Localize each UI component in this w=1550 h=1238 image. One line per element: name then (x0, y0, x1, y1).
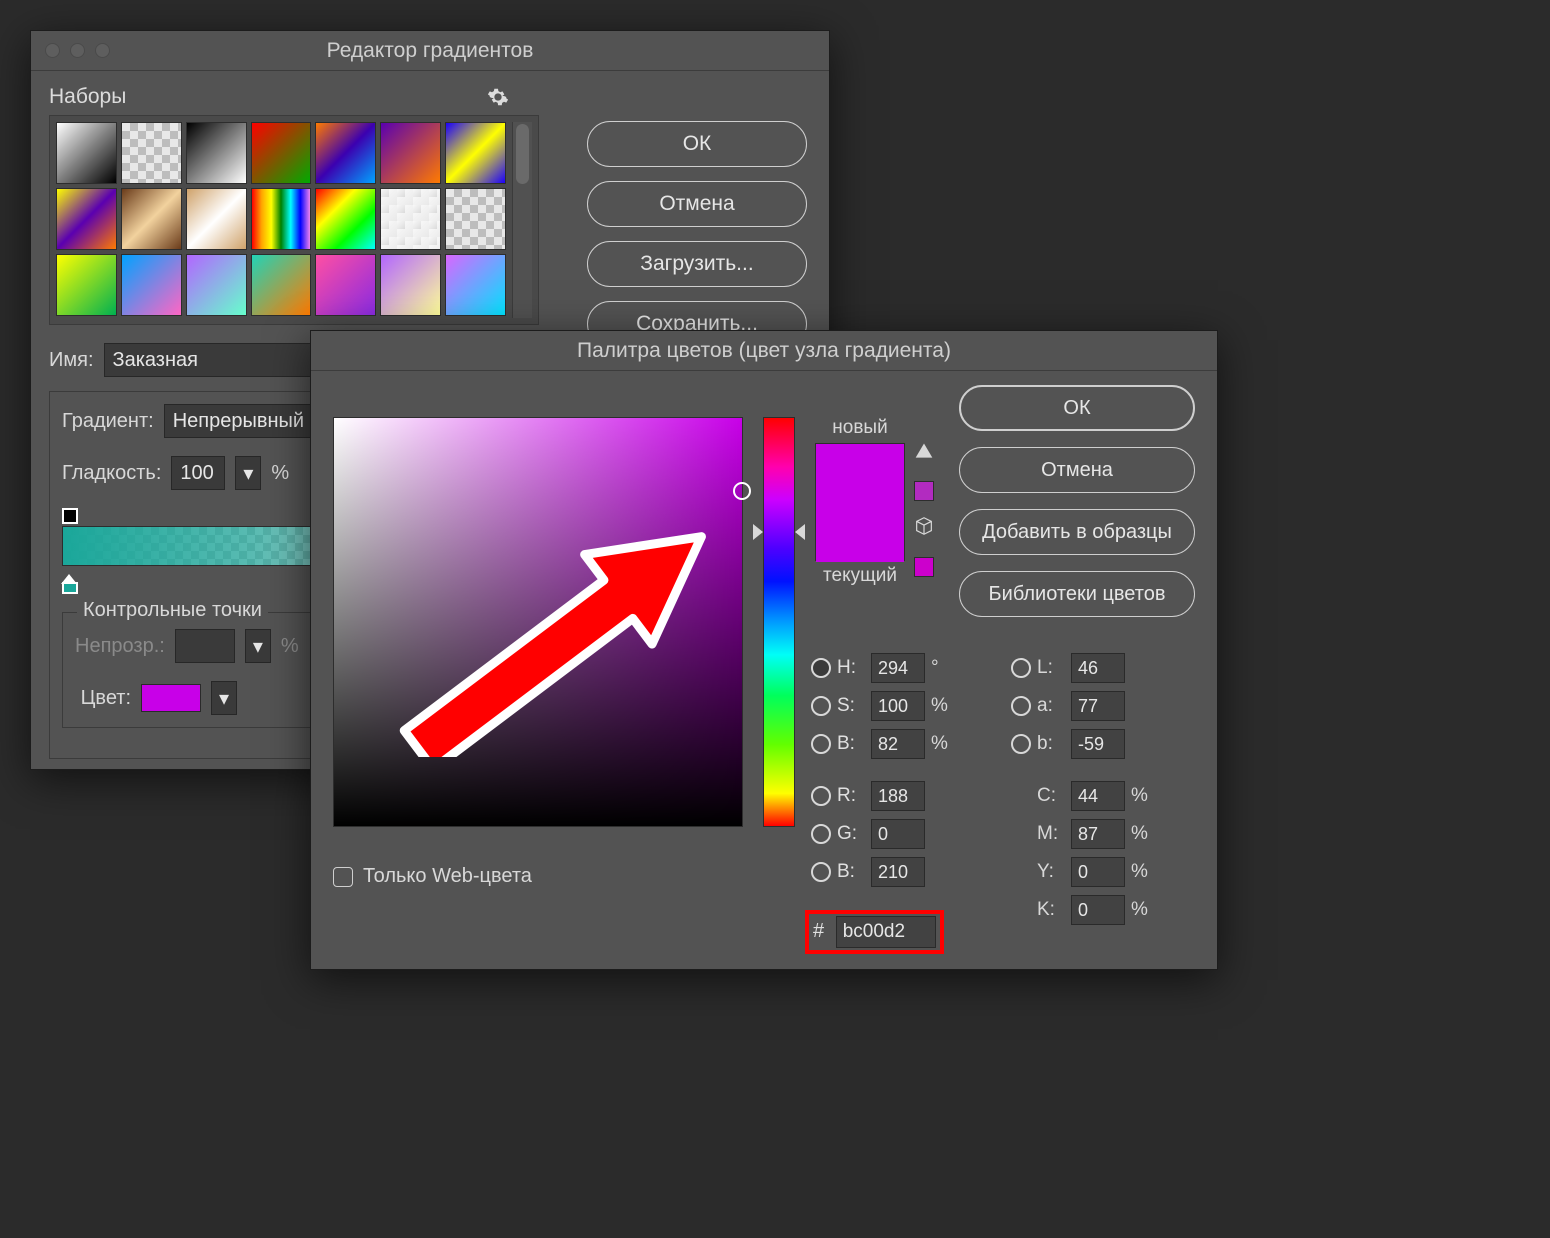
gear-icon[interactable] (487, 86, 509, 108)
preset-swatch[interactable] (315, 188, 376, 250)
presets-label: Наборы (49, 85, 487, 109)
s-radio[interactable] (811, 696, 831, 716)
ok-button[interactable]: ОК (587, 121, 807, 167)
preset-swatch[interactable] (186, 254, 247, 316)
web-only-label: Только Web-цвета (363, 865, 532, 888)
cancel-button[interactable]: Отмена (587, 181, 807, 227)
preset-swatch[interactable] (380, 188, 441, 250)
name-input[interactable] (104, 343, 324, 377)
stops-panel-title: Контрольные точки (77, 599, 268, 622)
b-radio[interactable] (811, 734, 831, 754)
gamut-swatch[interactable] (914, 481, 934, 501)
presets-scrollbar[interactable] (512, 122, 532, 318)
color-dropdown[interactable]: ▾ (211, 681, 237, 715)
preset-swatch[interactable] (56, 188, 117, 250)
preset-swatch[interactable] (380, 122, 441, 184)
minimize-icon[interactable] (70, 43, 85, 58)
close-icon[interactable] (45, 43, 60, 58)
g-radio[interactable] (811, 824, 831, 844)
gradient-type-select[interactable]: Непрерывный▾ (164, 404, 329, 438)
websafe-warning-icon[interactable] (913, 515, 935, 543)
hue-slider-handle[interactable] (753, 524, 763, 540)
g-input[interactable] (871, 819, 925, 849)
opacity-unit: % (281, 635, 299, 658)
preset-swatch[interactable] (445, 122, 506, 184)
presets-box (49, 115, 539, 325)
smoothness-label: Гладкость: (62, 462, 161, 485)
color-stop[interactable] (62, 574, 78, 594)
lab-b-radio[interactable] (1011, 734, 1031, 754)
gradient-editor-titlebar[interactable]: Редактор градиентов (31, 31, 829, 71)
gradient-type-label: Градиент: (62, 410, 154, 433)
preset-swatch[interactable] (315, 122, 376, 184)
hex-label: # (813, 920, 824, 942)
color-libraries-button[interactable]: Библиотеки цветов (959, 571, 1195, 617)
preset-swatch[interactable] (121, 122, 182, 184)
preset-swatch[interactable] (251, 254, 312, 316)
preset-swatch[interactable] (186, 122, 247, 184)
hue-slider[interactable] (763, 417, 795, 827)
zoom-icon[interactable] (95, 43, 110, 58)
preset-swatch[interactable] (251, 188, 312, 250)
add-to-swatches-button[interactable]: Добавить в образцы (959, 509, 1195, 555)
h-radio[interactable] (811, 658, 831, 678)
color-picker-window: Палитра цветов (цвет узла градиента) нов… (310, 330, 1218, 970)
cancel-button[interactable]: Отмена (959, 447, 1195, 493)
r-radio[interactable] (811, 786, 831, 806)
r-input[interactable] (871, 781, 925, 811)
k-input[interactable] (1071, 895, 1125, 925)
b2-radio[interactable] (811, 862, 831, 882)
current-color-label: текущий (815, 565, 905, 587)
c-input[interactable] (1071, 781, 1125, 811)
l-radio[interactable] (1011, 658, 1031, 678)
preset-swatch[interactable] (121, 188, 182, 250)
opacity-stepper: ▾ (245, 629, 271, 663)
preset-swatch[interactable] (445, 254, 506, 316)
hex-input[interactable] (836, 916, 936, 948)
a-input[interactable] (1071, 691, 1125, 721)
color-field[interactable] (333, 417, 743, 827)
name-label: Имя: (49, 349, 94, 372)
gamut-warning-icon[interactable] (914, 441, 934, 467)
color-label: Цвет: (75, 687, 131, 710)
opacity-stop[interactable] (62, 508, 78, 524)
smoothness-input[interactable] (171, 456, 225, 490)
smoothness-unit: % (271, 462, 289, 485)
y-input[interactable] (1071, 857, 1125, 887)
color-field-cursor[interactable] (733, 482, 751, 500)
lab-b-input[interactable] (1071, 729, 1125, 759)
presets-grid[interactable] (56, 122, 506, 318)
color-picker-title: Палитра цветов (цвет узла градиента) (311, 339, 1217, 363)
preset-swatch[interactable] (186, 188, 247, 250)
preset-swatch[interactable] (56, 254, 117, 316)
h-input[interactable] (871, 653, 925, 683)
hex-highlight-annotation: # (805, 910, 944, 954)
opacity-input (175, 629, 235, 663)
l-input[interactable] (1071, 653, 1125, 683)
preset-swatch[interactable] (121, 254, 182, 316)
smoothness-stepper[interactable]: ▾ (235, 456, 261, 490)
preset-swatch[interactable] (251, 122, 312, 184)
color-compare-swatch[interactable] (815, 443, 905, 561)
m-input[interactable] (1071, 819, 1125, 849)
hue-slider-handle[interactable] (795, 524, 805, 540)
color-picker-titlebar[interactable]: Палитра цветов (цвет узла градиента) (311, 331, 1217, 371)
b-input[interactable] (871, 729, 925, 759)
opacity-label: Непрозр.: (75, 635, 165, 658)
load-button[interactable]: Загрузить... (587, 241, 807, 287)
preset-swatch[interactable] (445, 188, 506, 250)
b2-input[interactable] (871, 857, 925, 887)
window-controls[interactable] (45, 43, 110, 58)
gradient-editor-title: Редактор градиентов (31, 39, 829, 63)
preset-swatch[interactable] (315, 254, 376, 316)
s-input[interactable] (871, 691, 925, 721)
websafe-swatch[interactable] (914, 557, 934, 577)
stop-color-swatch[interactable] (141, 684, 201, 712)
a-radio[interactable] (1011, 696, 1031, 716)
ok-button[interactable]: ОК (959, 385, 1195, 431)
web-only-checkbox[interactable] (333, 867, 353, 887)
preset-swatch[interactable] (56, 122, 117, 184)
preset-swatch[interactable] (380, 254, 441, 316)
new-color-label: новый (815, 417, 905, 439)
